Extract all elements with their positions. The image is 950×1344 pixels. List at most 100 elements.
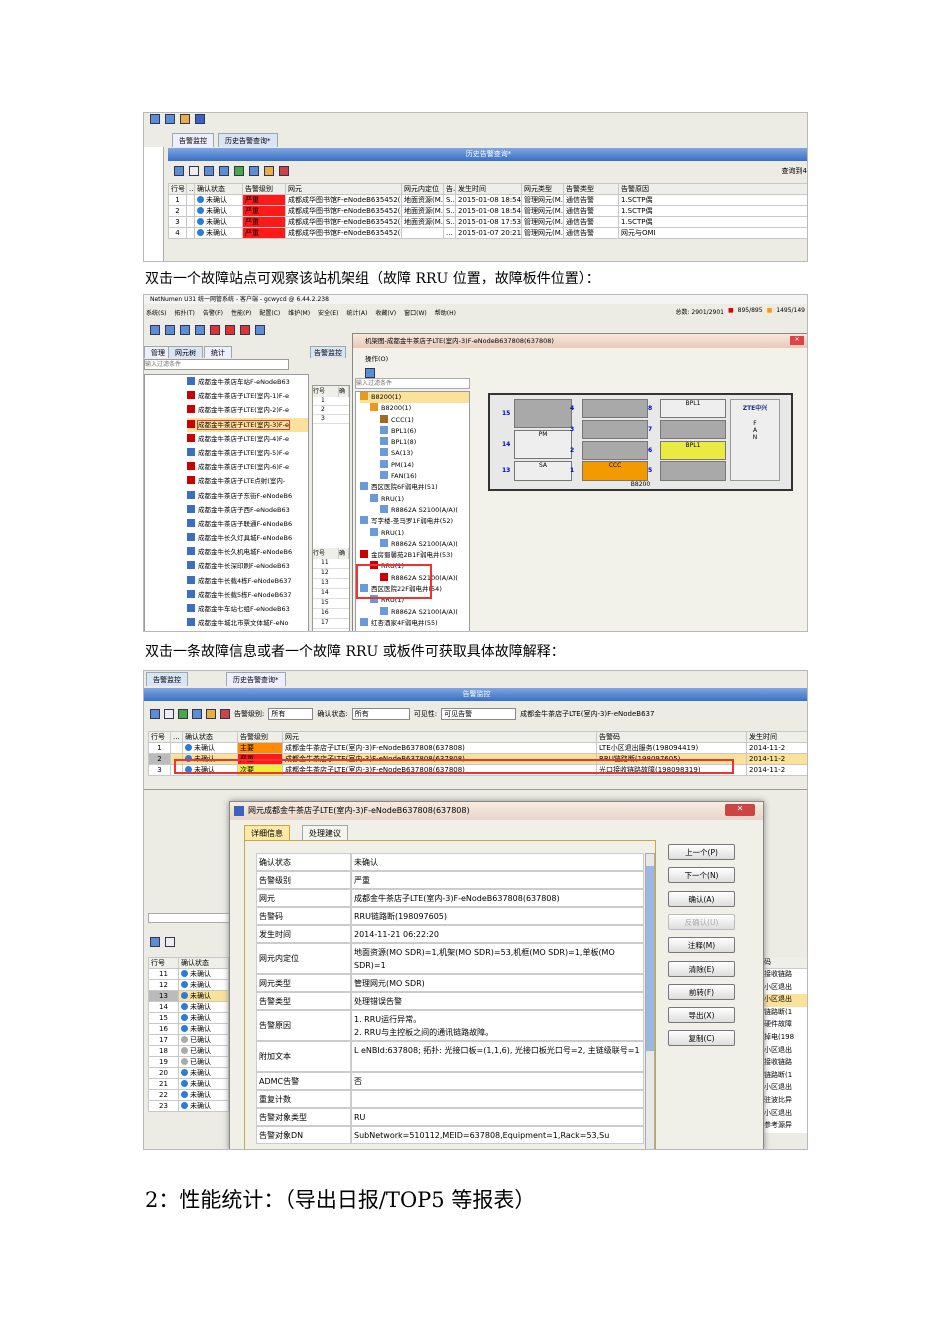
print-icon[interactable] <box>189 166 199 176</box>
table-row[interactable]: 15 未确认 <box>148 1012 229 1024</box>
rack-tree-item[interactable]: RRU(1) <box>360 493 469 505</box>
menu-item[interactable]: 统计(A) <box>347 308 368 317</box>
column-header[interactable]: 发生时间 <box>746 731 807 743</box>
column-header[interactable]: 网元类型 <box>521 183 564 195</box>
toolbar-icon[interactable] <box>150 325 160 335</box>
menu-item[interactable]: 帮助(H) <box>435 308 456 317</box>
column-header[interactable]: 行号 <box>148 731 171 743</box>
column-header[interactable]: ... <box>170 731 183 743</box>
rack-tree-item[interactable]: RRU(1) <box>360 527 469 539</box>
rack-tree-item[interactable]: 金房蜀馨苑2B1F弱电井(53) <box>360 550 469 561</box>
ne-filter[interactable]: 成都金牛茶店子LTE(室内-3)F-eNodeB637 <box>520 709 654 719</box>
globe-icon[interactable] <box>195 325 205 335</box>
field-value[interactable]: 严重 <box>351 871 644 889</box>
tree-item-site[interactable]: 成都金牛茶店车站F-eNodeB63 <box>187 375 308 389</box>
column-header[interactable]: 告.. <box>443 183 456 195</box>
table-row[interactable]: 16 未确认 <box>148 1023 229 1035</box>
refresh-icon[interactable] <box>234 166 244 176</box>
save-icon[interactable] <box>219 166 229 176</box>
table-row[interactable]: 4 未确认 严重 成都成华图书馆F-eNodeB635452(63...... 2015… <box>168 227 807 239</box>
table-row[interactable]: 17 已确认 <box>148 1034 229 1046</box>
table-row[interactable]: 11 未确认 <box>148 968 229 980</box>
fan-slot[interactable]: ZTE中兴 FAN <box>730 399 780 481</box>
rack-slot[interactable]: BPL1 <box>660 399 726 418</box>
rack-tree-item[interactable]: PM(14) <box>360 459 469 471</box>
tree-item-site[interactable]: 成都金牛茶店子西F-eNodeB63 <box>187 503 308 517</box>
table-row[interactable]: 14 未确认 <box>148 1001 229 1013</box>
column-header[interactable]: 告警级别 <box>242 183 286 195</box>
tree-item-site[interactable]: 成都金牛车站七组F-eNodeB63 <box>187 602 308 616</box>
level-select[interactable]: 所有 <box>268 708 314 720</box>
field-value[interactable]: SubNetwork=510112,MEID=637808,Equipment=… <box>351 1126 644 1144</box>
rack-tree-item[interactable]: BPL1(8) <box>360 437 469 448</box>
column-header[interactable]: 确 <box>339 386 349 397</box>
help-icon[interactable] <box>195 114 205 124</box>
tab-statistics[interactable]: 统计 <box>204 346 232 358</box>
table-row[interactable]: 18 已确认 <box>148 1045 229 1057</box>
close-icon[interactable]: ✕ <box>790 336 804 345</box>
row-number[interactable]: 12 <box>313 569 349 579</box>
row-number[interactable]: 16 <box>313 609 349 619</box>
rack-tree-item[interactable]: R8862A S2100(A/A)( <box>360 504 469 516</box>
tree-item-site[interactable]: 成都金牛长载4栋F-eNodeB637 <box>187 574 308 588</box>
forward-icon[interactable] <box>180 325 190 335</box>
settings-icon[interactable] <box>206 709 216 719</box>
dialog-button[interactable]: 清除(E) <box>668 960 735 977</box>
rack-slot[interactable]: CCC <box>582 461 648 481</box>
row-number[interactable]: 1 <box>313 397 349 406</box>
tree-item-site[interactable]: 成都金牛长深印刷F-eNodeB63 <box>187 559 308 573</box>
column-header[interactable]: 行号 <box>168 183 187 195</box>
column-header[interactable]: 行号 <box>313 386 339 397</box>
field-value[interactable]: 地面资源(MO SDR)=1,机架(MO SDR)=53,机框(MO SDR)=… <box>351 943 644 974</box>
filter-icon[interactable] <box>249 166 259 176</box>
table-row[interactable]: 13 未确认 <box>148 990 229 1002</box>
vertical-scrollbar[interactable] <box>645 853 655 1149</box>
column-header[interactable]: 告警类型 <box>563 183 619 195</box>
rack-tree-item[interactable]: B8200(1) <box>360 392 469 404</box>
tab-alarm-monitor[interactable]: 告警监控 <box>172 133 214 147</box>
view-icon[interactable] <box>150 709 160 719</box>
column-header[interactable]: 告警码 <box>596 731 747 743</box>
dialog-button[interactable]: 反确认(U) <box>668 913 735 930</box>
export-icon[interactable] <box>204 166 214 176</box>
tree-item-site[interactable]: 成都金牛茶店子东街F-eNodeB6 <box>187 489 308 503</box>
column-header[interactable]: ... <box>186 183 195 195</box>
tab-history-query[interactable]: 历史告警查询* <box>218 133 278 147</box>
rack-tree-item[interactable]: R8862A S2100(A/A)( <box>360 606 469 618</box>
row-number[interactable]: 15 <box>313 599 349 609</box>
tree-item-site[interactable]: 成都金牛茶店子LTE(室内-3)F-e <box>187 417 308 432</box>
menu-operate[interactable]: 操作(O) <box>353 348 807 368</box>
tree-item-site[interactable]: 成都金牛茶店子LTE(室内-4)F-e <box>187 432 308 446</box>
field-value[interactable]: 1. RRU运行异常。 2. RRU与主控板之间的通讯链路故障。 <box>351 1010 644 1041</box>
menu-item[interactable]: 安全(E) <box>318 308 338 317</box>
chart-icon[interactable] <box>279 166 289 176</box>
menu-item[interactable]: 维护(M) <box>288 308 310 317</box>
rack-tree-item[interactable]: SA(13) <box>360 448 469 459</box>
window-icon[interactable] <box>255 325 265 335</box>
rack-tree-item[interactable]: BPL1(6) <box>360 425 469 437</box>
column-header[interactable]: 行号 <box>148 957 179 969</box>
tree-filter-input[interactable] <box>144 359 289 370</box>
dialog-button[interactable]: 上一个(P) <box>668 844 735 860</box>
row-number[interactable]: 17 <box>313 619 349 629</box>
field-value[interactable] <box>351 1090 644 1108</box>
rack-slot[interactable]: BPL1 <box>660 441 726 460</box>
table-row[interactable]: 2 未确认 严重 成都成华图书馆F-eNodeB635452(63...地面资源(M.… <box>168 205 807 217</box>
rack-slot[interactable] <box>582 420 648 439</box>
toolbar-icon[interactable] <box>365 368 375 378</box>
dialog-button[interactable]: 下一个(N) <box>668 867 735 884</box>
back-icon[interactable] <box>165 325 175 335</box>
field-value[interactable]: L eNBId:637808; 拓扑: 光接口板=(1,1,6), 光接口板光口… <box>351 1041 644 1072</box>
rack-tree-item[interactable]: CCC(1) <box>360 414 469 426</box>
toolbar-icon[interactable] <box>150 114 160 124</box>
rack-tree-item[interactable]: B8200(1) <box>360 403 469 414</box>
table-row[interactable]: 1 未确认 严重 成都成华图书馆F-eNodeB635452(63...地面资源(M.… <box>168 194 807 206</box>
row-number[interactable]: 14 <box>313 589 349 599</box>
field-value[interactable]: 管理网元(MO SDR) <box>351 974 644 992</box>
alarm-icon[interactable] <box>210 325 220 335</box>
field-value[interactable]: 未确认 <box>351 853 644 871</box>
table-row[interactable]: 23 未确认 <box>148 1100 229 1112</box>
menu-item[interactable]: 配置(C) <box>259 308 280 317</box>
rack-tree-item[interactable]: 红杏酒家4F弱电井(55) <box>360 617 469 629</box>
row-number[interactable]: 11 <box>313 559 349 569</box>
